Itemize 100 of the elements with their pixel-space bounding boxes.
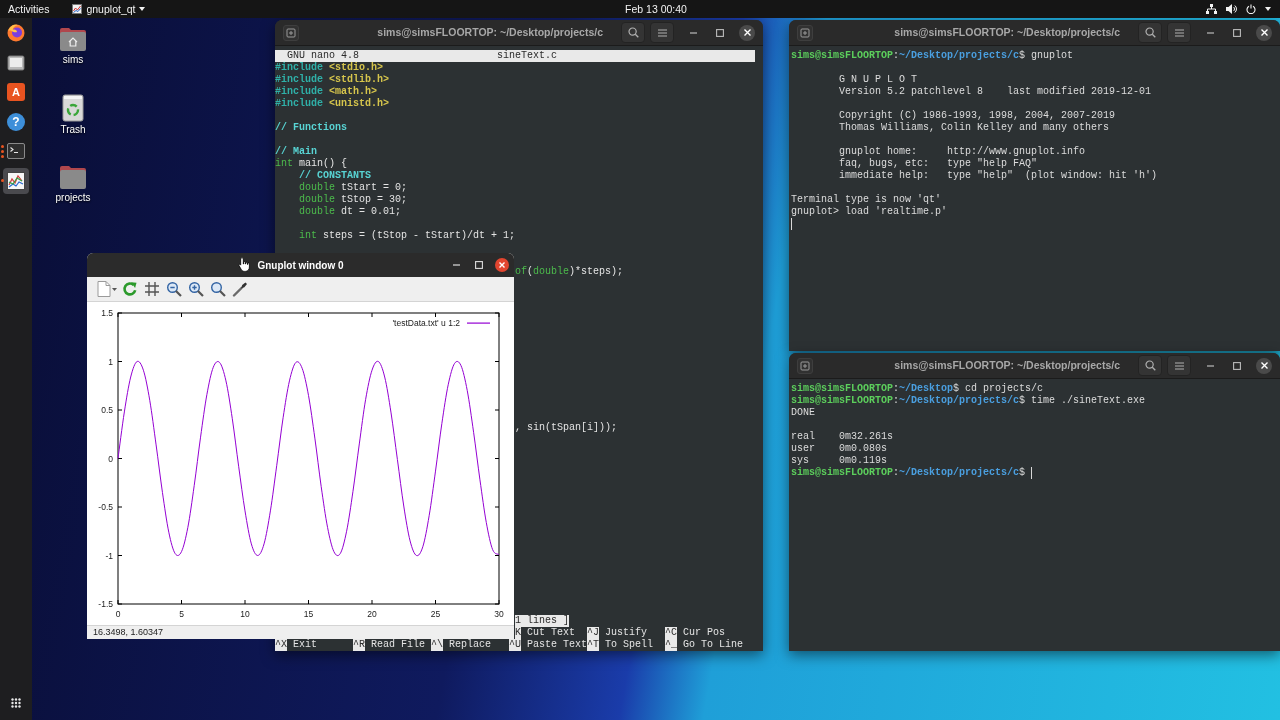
- shortcut-key: ^J: [587, 627, 599, 639]
- maximize-icon: [1233, 28, 1241, 37]
- code-line: int steps = (tStop - tStart)/dt + 1;: [299, 230, 516, 242]
- drawer-icon: [7, 53, 25, 72]
- new-tab-icon: [800, 360, 810, 371]
- terminal-line: sims@simsFLOORTOP:~/Desktop/projects/c$ time ./sineText.exe: [791, 395, 1146, 407]
- magnifier-icon: [210, 281, 226, 297]
- file-name: sineText.c: [497, 50, 558, 62]
- new-tab-button[interactable]: [797, 24, 813, 41]
- menu-button[interactable]: [1167, 355, 1191, 376]
- network-icon: [1206, 4, 1217, 14]
- volume-icon: [1226, 4, 1237, 14]
- desktop-item[interactable]: Trash: [50, 94, 96, 136]
- terminal-line: sims@simsFLOORTOP:~/Desktop/projects/c$: [791, 467, 1027, 479]
- terminal-line: DONE: [791, 407, 815, 419]
- window-title: sims@simsFLOORTOP: ~/Desktop/projects/c: [894, 357, 1120, 373]
- shortcut-key: K: [515, 627, 521, 639]
- code-line: #include <unistd.h>: [275, 98, 390, 110]
- axis-tick-label: 1: [108, 356, 113, 367]
- export-button[interactable]: [97, 279, 117, 299]
- document-icon: [97, 281, 111, 297]
- terminal-line: faq, bugs, etc: type "help FAQ": [839, 158, 1038, 170]
- window-title: sims@simsFLOORTOP: ~/Desktop/projects/c: [894, 24, 1120, 40]
- terminal-line: sims@simsFLOORTOP:~/Desktop/projects/c$ gnuplot: [791, 50, 1074, 62]
- maximize-button[interactable]: [472, 258, 486, 272]
- close-icon: [499, 262, 505, 268]
- window-title: sims@simsFLOORTOP: ~/Desktop/projects/c: [377, 24, 603, 40]
- maximize-icon: [1233, 361, 1241, 370]
- wrench-icon: [232, 281, 248, 297]
- code-line: double dt = 0.01;: [299, 206, 402, 218]
- cursor-coordinates: 16.3498, 1.60347: [93, 625, 164, 639]
- new-tab-button[interactable]: [797, 357, 813, 374]
- unzoom-button[interactable]: [208, 279, 228, 299]
- close-icon: [1260, 362, 1268, 369]
- terminal-line: user 0m0.080s: [791, 443, 887, 455]
- desktop-item[interactable]: projects: [50, 164, 96, 204]
- terminal-line: Terminal type is now 'qt': [791, 194, 942, 206]
- terminal-line: G N U P L O T: [839, 74, 918, 86]
- power-icon: [1246, 4, 1256, 14]
- new-tab-icon: [800, 27, 810, 38]
- axis-tick-label: 1.5: [101, 308, 113, 318]
- search-button[interactable]: [1138, 355, 1162, 376]
- axis-tick-label: -1: [105, 550, 113, 561]
- terminal-line: real 0m32.261s: [791, 431, 894, 443]
- refresh-icon: [122, 281, 138, 297]
- terminal-line: immediate help: type "help" (plot window: hit 'h'): [839, 170, 1158, 182]
- shortcut-key: ^_: [665, 639, 677, 651]
- home-folder-icon: [59, 26, 87, 52]
- axis-tick-label: 15: [303, 609, 314, 619]
- apps-grid-icon: [11, 698, 21, 708]
- editor-version: GNU nano 4.8: [287, 50, 359, 62]
- code-line: double tStart = 0;: [299, 182, 408, 194]
- terminal-line: gnuplot> load 'realtime.p': [791, 206, 948, 218]
- shortcut-key: ^\: [431, 639, 443, 651]
- app-menu-button[interactable]: gnuplot_qt: [72, 3, 146, 15]
- dock-item[interactable]: [3, 167, 29, 194]
- menu-icon: [1174, 361, 1184, 370]
- axis-tick-label: 30: [494, 609, 504, 619]
- close-button[interactable]: [1256, 24, 1272, 41]
- close-button[interactable]: [495, 258, 509, 272]
- code-line: #include <stdio.h>: [275, 62, 384, 74]
- desktop-item[interactable]: sims: [50, 26, 96, 66]
- new-tab-button[interactable]: [283, 24, 299, 41]
- code-line: of(double)*steps);: [515, 266, 624, 278]
- shortcut-key: ^C: [665, 627, 677, 639]
- maximize-icon: [716, 28, 724, 37]
- text-cursor: [1031, 467, 1033, 479]
- grid-button[interactable]: [142, 279, 162, 299]
- terminal-line: sims@simsFLOORTOP:~/Desktop$ cd projects/c: [791, 383, 1044, 395]
- menu-button[interactable]: [650, 22, 674, 43]
- menu-button[interactable]: [1167, 22, 1191, 43]
- shortcut-label: To Spell: [605, 639, 653, 651]
- menu-icon: [657, 28, 667, 37]
- code-line: #include <math.h>: [275, 86, 378, 98]
- zoom-back-button[interactable]: [164, 279, 184, 299]
- axis-tick-label: 0: [108, 453, 113, 464]
- terminal-line: Copyright (C) 1986-1993, 1998, 2004, 2007-2019: [839, 110, 1116, 122]
- grid-icon: [144, 281, 160, 297]
- axis-tick-label: 0: [115, 609, 121, 619]
- axis-tick-label: 25: [430, 609, 441, 619]
- window-title: Gnuplot window 0: [257, 258, 344, 273]
- clock-button[interactable]: Feb 13 00:40: [625, 3, 687, 15]
- minimize-icon: [1206, 31, 1214, 34]
- code-line: // Functions: [275, 122, 347, 134]
- close-button[interactable]: [1256, 357, 1272, 374]
- search-button[interactable]: [1138, 22, 1162, 43]
- caret-icon: [1265, 7, 1271, 11]
- search-button[interactable]: [621, 22, 645, 43]
- close-button[interactable]: [739, 24, 755, 41]
- hand-pointer-icon: [238, 257, 251, 272]
- system-menu-button[interactable]: [1206, 4, 1271, 14]
- menu-icon: [1174, 28, 1184, 37]
- shortcut-key: ^U: [509, 639, 521, 651]
- zoom-forward-button[interactable]: [186, 279, 206, 299]
- activities-button[interactable]: Activities: [8, 3, 50, 15]
- status-message: 1 lines ]: [515, 615, 570, 627]
- shortcut-label: Cut Text: [527, 627, 575, 639]
- search-icon: [627, 27, 639, 38]
- axis-tick-label: 20: [367, 609, 377, 619]
- axis-tick-label: -1.5: [98, 599, 113, 609]
